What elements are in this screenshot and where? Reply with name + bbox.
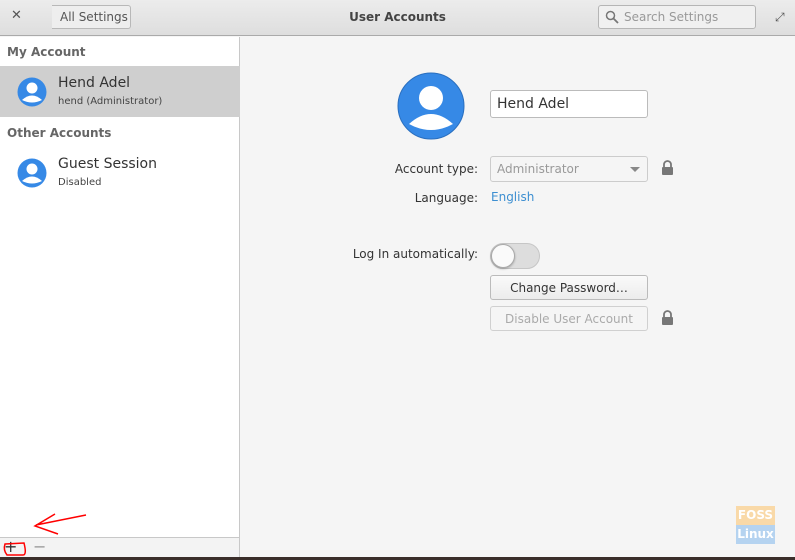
autologin-toggle[interactable]: [490, 243, 540, 269]
other-accounts-heading: Other Accounts: [7, 126, 112, 140]
search-input[interactable]: Search Settings: [598, 5, 756, 29]
account-type-value: Administrator: [497, 162, 579, 176]
language-label: Language:: [414, 191, 478, 205]
accounts-sidebar: My Account Hend Adel hend (Administrator…: [0, 37, 240, 537]
change-password-button[interactable]: Change Password…: [490, 275, 648, 300]
watermark-foss: FOSS: [736, 506, 775, 525]
account-subtitle: hend (Administrator): [58, 96, 163, 107]
account-row-hend[interactable]: Hend Adel hend (Administrator): [0, 66, 240, 117]
my-account-heading: My Account: [7, 45, 86, 59]
full-name-input[interactable]: Hend Adel: [490, 90, 648, 118]
toggle-knob: [491, 244, 515, 268]
chevron-down-icon: [630, 167, 640, 172]
account-subtitle: Disabled: [58, 177, 102, 188]
account-type-select[interactable]: Administrator: [490, 156, 648, 182]
autologin-label: Log In automatically:: [352, 247, 478, 261]
watermark-linux: Linux: [736, 525, 775, 544]
lock-icon[interactable]: [661, 310, 674, 326]
user-avatar-large[interactable]: [397, 72, 465, 140]
search-icon: [605, 10, 619, 24]
account-name: Hend Adel: [58, 75, 131, 91]
annotation-arrow: [3, 513, 87, 556]
disable-account-button[interactable]: Disable User Account: [490, 306, 648, 331]
account-name: Guest Session: [58, 156, 157, 172]
maximize-icon[interactable]: ⤢: [775, 10, 785, 25]
avatar-icon: [17, 77, 47, 107]
header-bar: ✕ All Settings User Accounts Search Sett…: [0, 0, 795, 36]
search-placeholder: Search Settings: [624, 10, 719, 24]
avatar-icon: [17, 158, 47, 188]
fosslinux-watermark: FOSS Linux: [736, 506, 775, 544]
settings-window: ✕ All Settings User Accounts Search Sett…: [0, 0, 795, 557]
lock-icon[interactable]: [661, 160, 674, 176]
account-row-guest[interactable]: Guest Session Disabled: [0, 147, 240, 198]
account-type-label: Account type:: [394, 162, 478, 176]
language-link[interactable]: English: [491, 190, 534, 204]
